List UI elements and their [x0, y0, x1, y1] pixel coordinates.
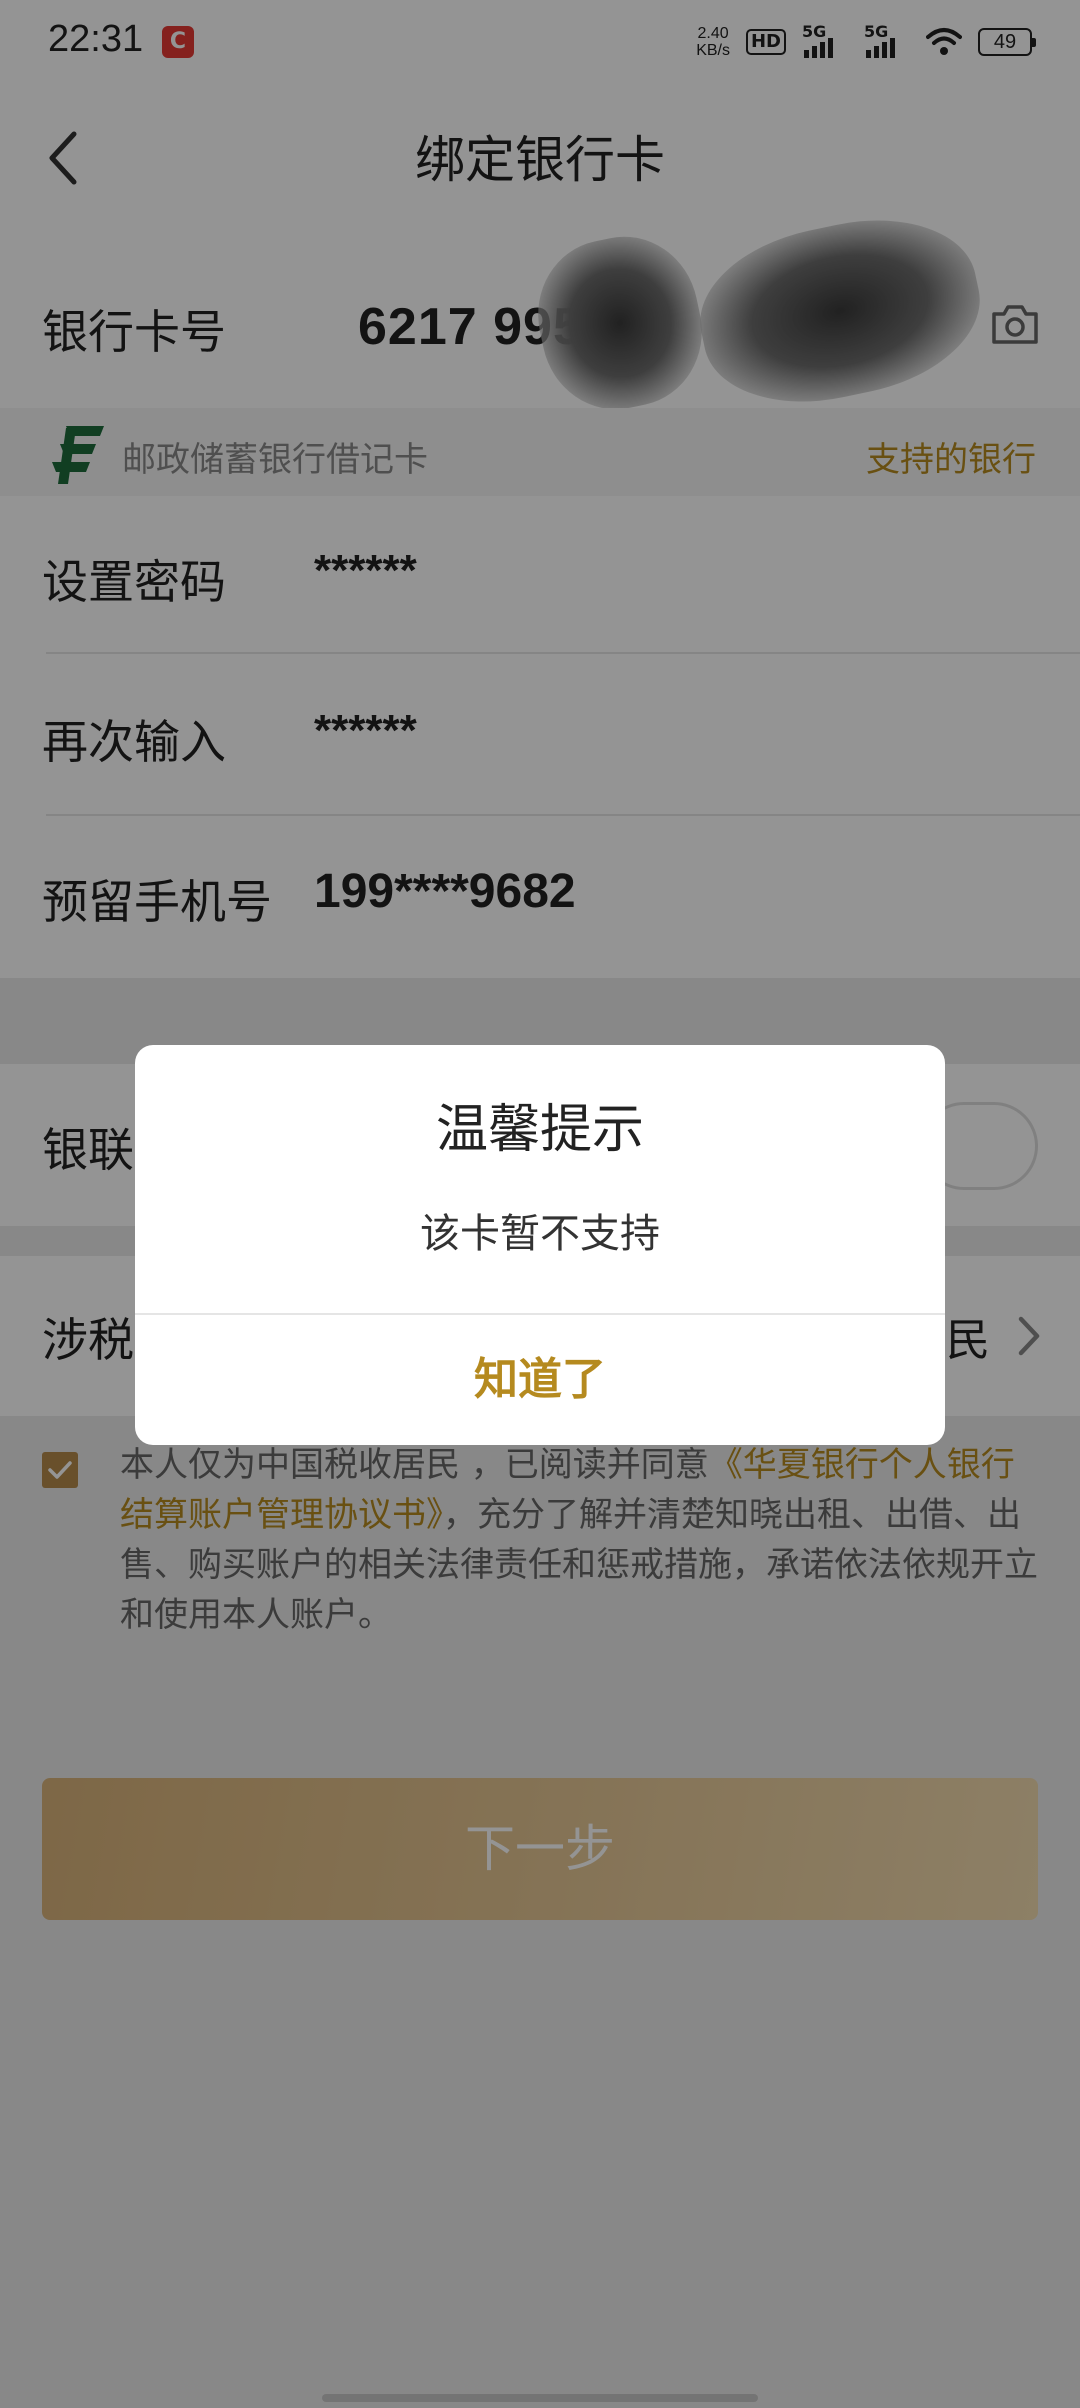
dialog-title: 温馨提示: [435, 1100, 644, 1160]
dialog-ok-button[interactable]: 知道了: [135, 1315, 945, 1445]
dialog-message: 该卡暂不支持: [420, 1211, 660, 1257]
alert-dialog: 温馨提示 该卡暂不支持 知道了: [135, 1045, 945, 1445]
